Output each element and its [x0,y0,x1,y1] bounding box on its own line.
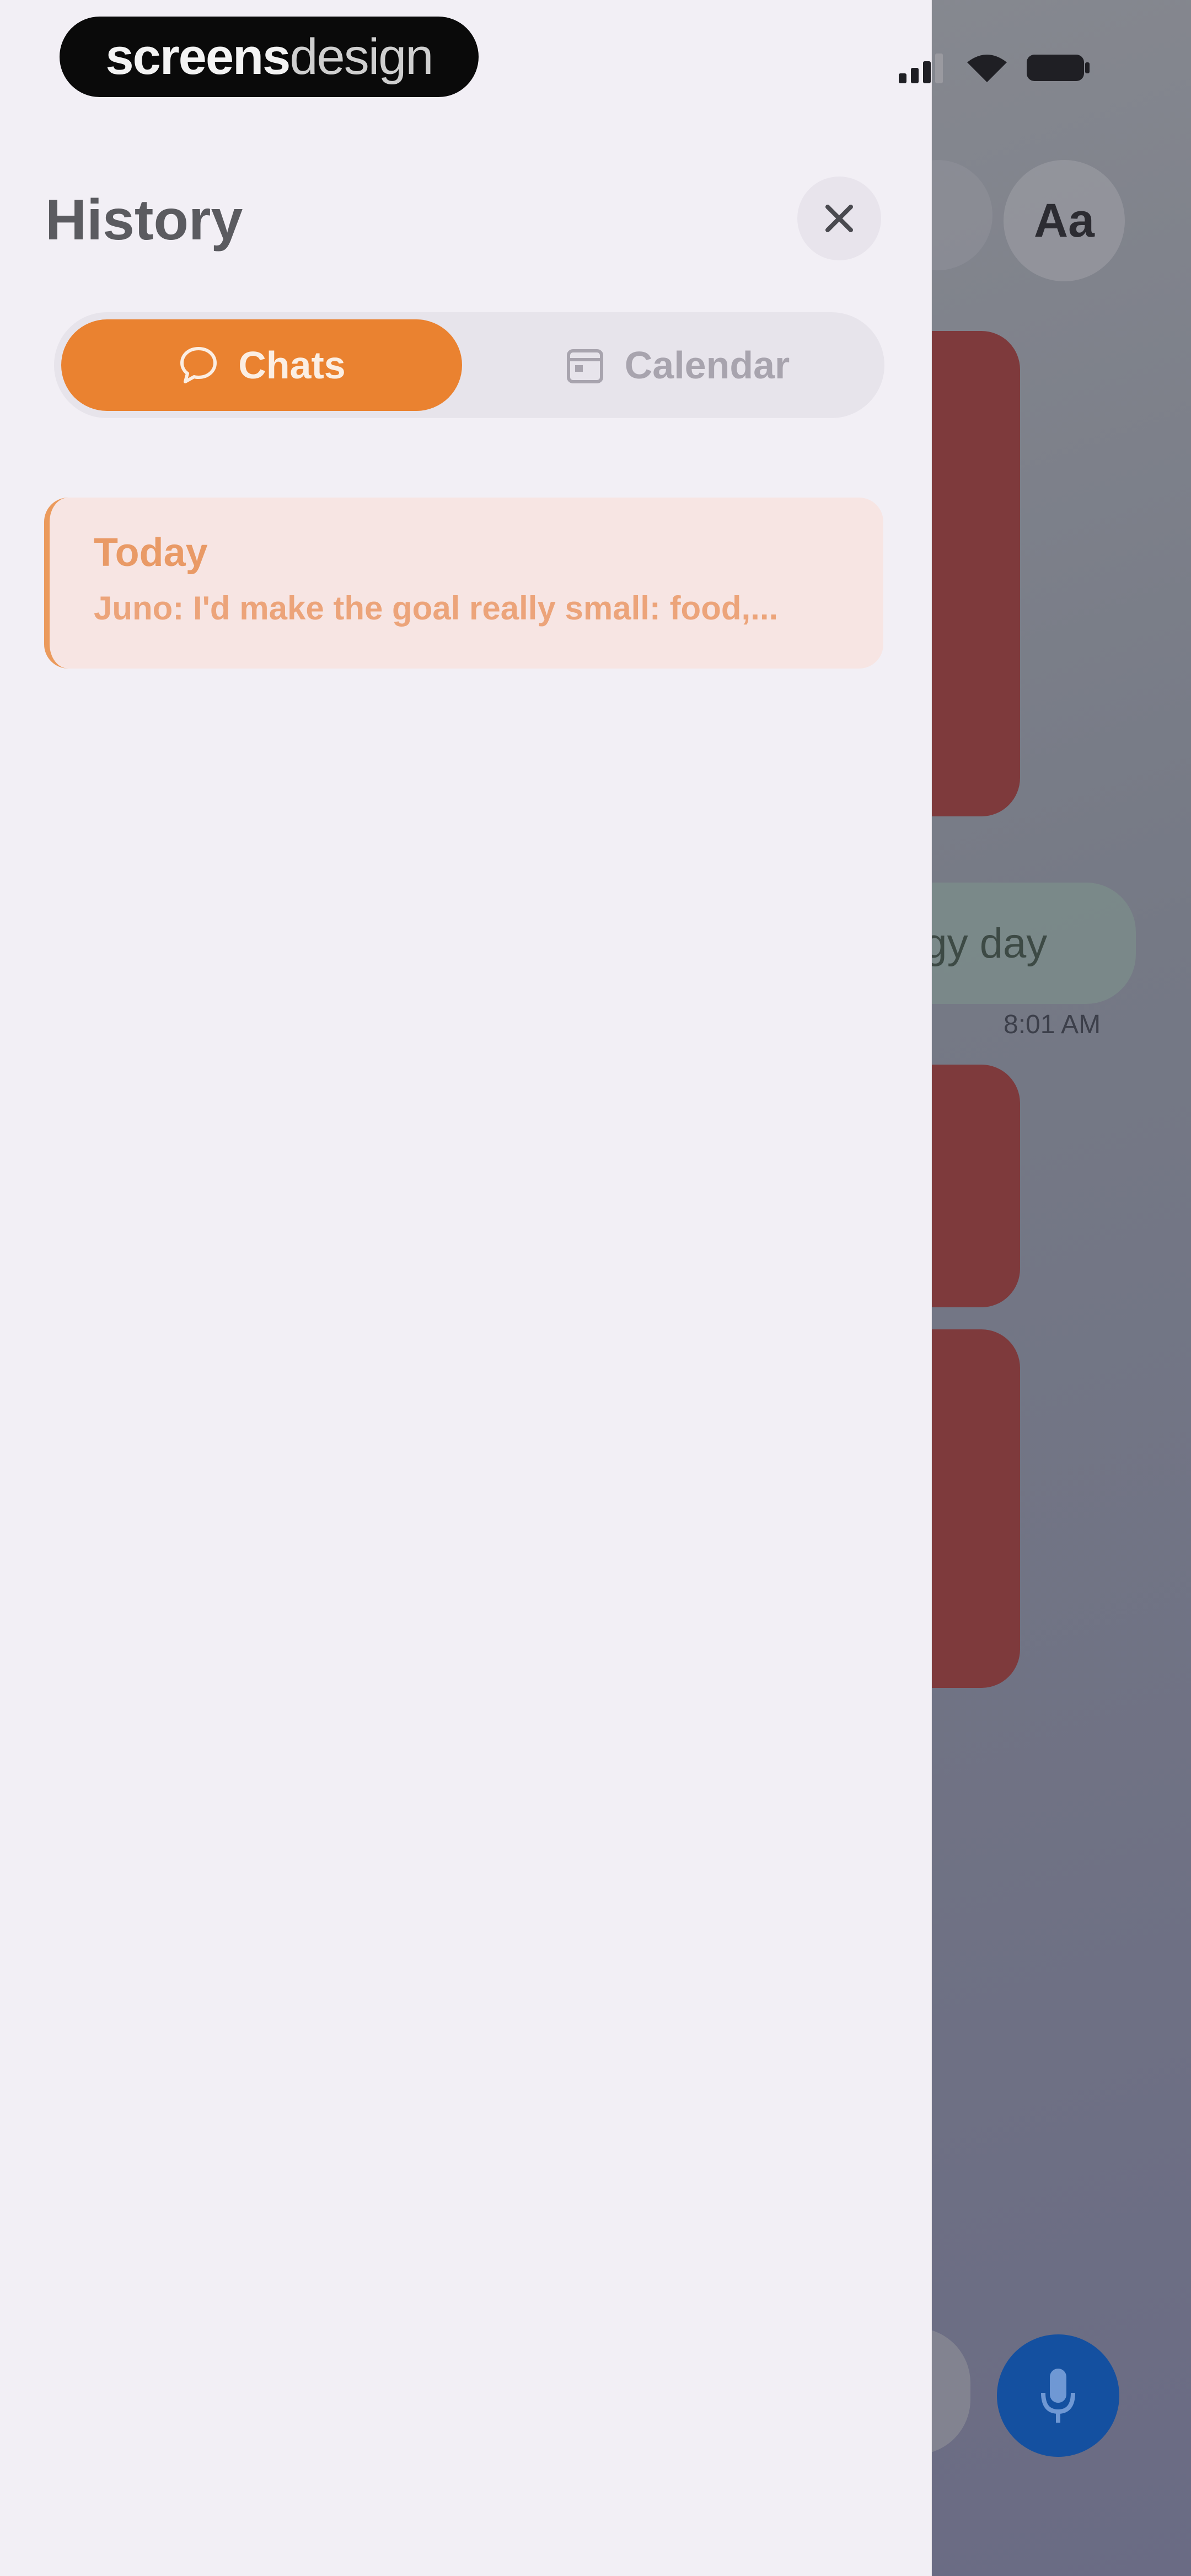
cellular-signal-icon [899,54,943,83]
microphone-button[interactable] [997,2334,1119,2457]
battery-icon [1027,55,1090,81]
status-icons [899,49,1119,87]
history-item-preview: Juno: I'd make the goal really small: fo… [94,590,779,627]
tab-calendar-label: Calendar [624,344,790,387]
close-button[interactable] [797,177,881,260]
tab-chats[interactable]: Chats [61,319,462,411]
history-item-date: Today [94,531,208,575]
history-list-item[interactable]: Today Juno: I'd make the goal really sma… [44,498,883,669]
close-icon [825,205,853,232]
calendar-icon [566,349,603,383]
tab-chats-label: Chats [238,344,346,387]
history-drawer: History Chats Calendar Today Juno: I'd m… [0,0,932,2576]
font-size-label: Aa [1034,194,1095,247]
chat-bubble-icon [180,347,217,383]
brand-text-strong: screens [105,28,291,85]
microphone-icon [1041,2369,1075,2423]
message-timestamp: 8:01 AM [1004,1010,1101,1039]
tab-calendar[interactable]: Calendar [476,319,877,411]
wifi-icon [967,55,1007,82]
brand-watermark: screens design [60,17,479,97]
brand-text-light: design [289,28,433,85]
drawer-title: History [45,188,243,252]
font-size-button[interactable]: Aa [1004,160,1125,281]
history-tab-switcher: Chats Calendar [54,312,884,418]
